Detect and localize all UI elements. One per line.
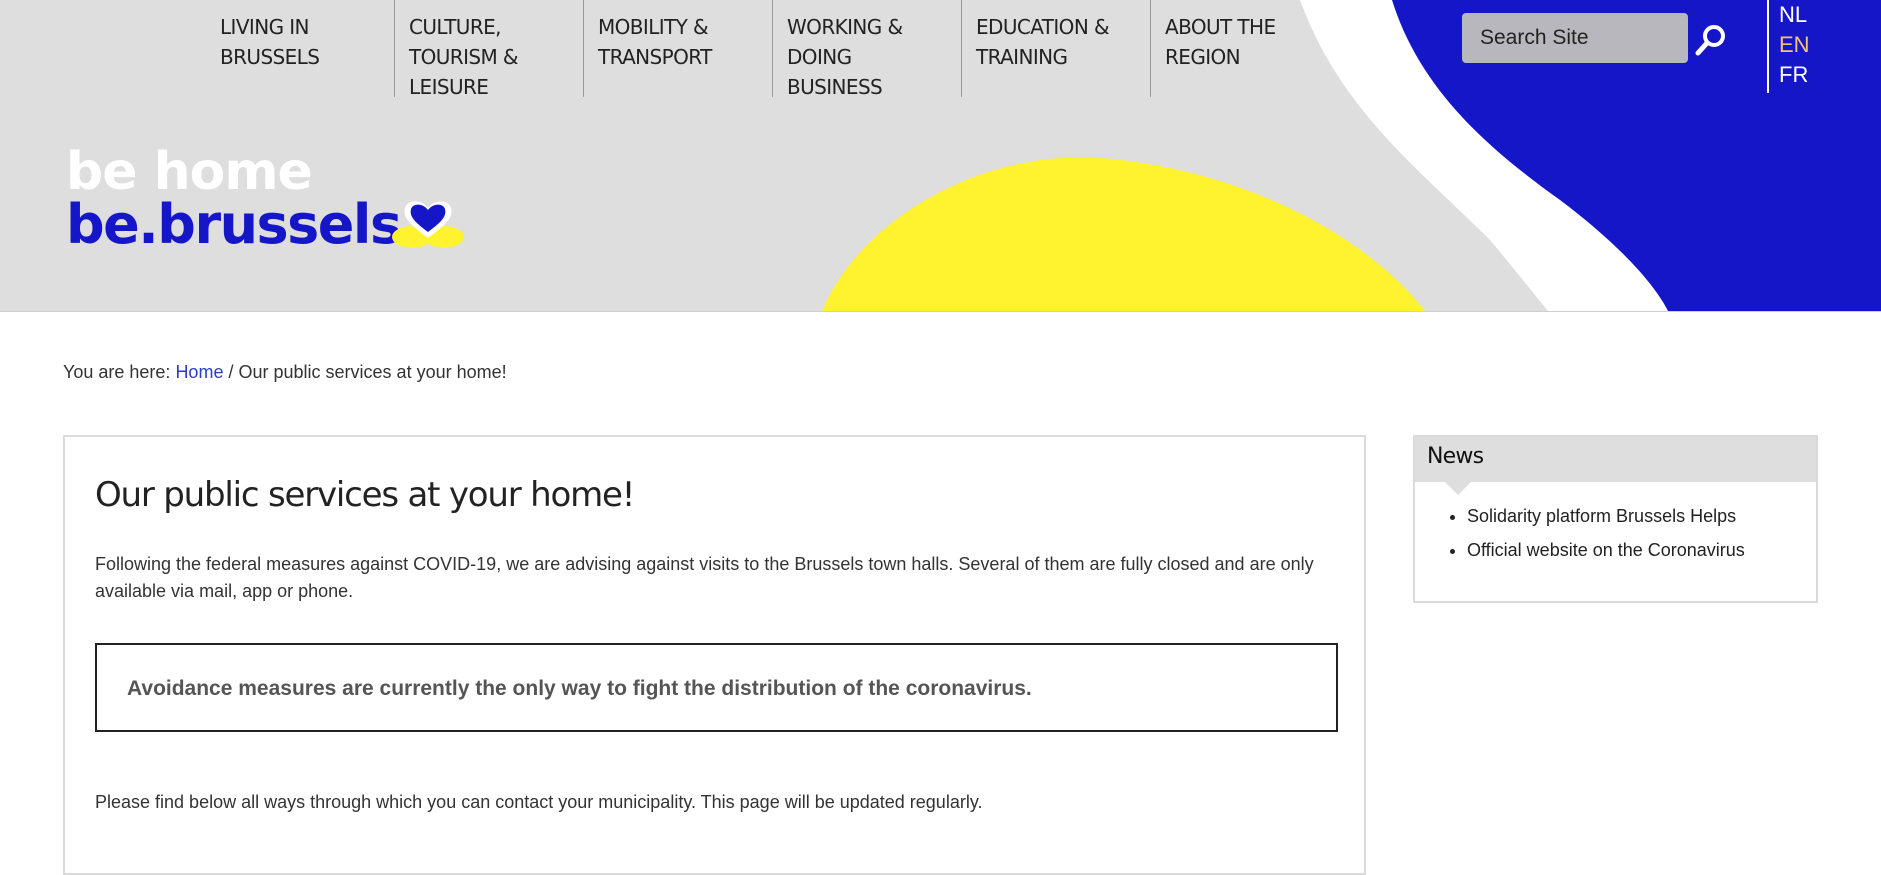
notice-text: Avoidance measures are currently the onl… xyxy=(127,677,1032,700)
news-pointer-arrow xyxy=(1445,482,1471,495)
intro-paragraph: Following the federal measures against C… xyxy=(95,554,1314,601)
logo-wordmark: be.brussels xyxy=(66,193,402,256)
news-item-solidarity-platform[interactable]: Solidarity platform Brussels Helps xyxy=(1467,499,1745,533)
page-title: Our public services at your home! xyxy=(95,475,635,515)
search-icon xyxy=(1695,25,1725,56)
search-input[interactable] xyxy=(1462,13,1688,63)
heart-icon xyxy=(392,201,464,248)
site-header: LIVING IN BRUSSELS CULTURE, TOURISM & LE… xyxy=(0,0,1881,312)
main-navigation: LIVING IN BRUSSELS CULTURE, TOURISM & LE… xyxy=(206,0,1340,99)
breadcrumb-home-link[interactable]: Home xyxy=(175,362,223,382)
search-button[interactable] xyxy=(1693,22,1729,58)
breadcrumb: You are here: Home / Our public services… xyxy=(63,362,507,383)
language-switcher: NL EN FR xyxy=(1767,0,1827,93)
nav-item-living-in-brussels[interactable]: LIVING IN BRUSSELS xyxy=(206,0,395,97)
nav-item-mobility-transport[interactable]: MOBILITY & TRANSPORT xyxy=(584,0,773,97)
news-widget: News Solidarity platform Brussels Helps … xyxy=(1413,435,1818,603)
nav-item-culture-tourism-leisure[interactable]: CULTURE, TOURISM & LEISURE xyxy=(395,0,584,99)
lang-fr-link[interactable]: FR xyxy=(1779,60,1827,90)
breadcrumb-current: Our public services at your home! xyxy=(238,362,507,382)
breadcrumb-prefix: You are here: xyxy=(63,362,171,382)
news-list: Solidarity platform Brussels Helps Offic… xyxy=(1427,499,1745,567)
nav-item-education-training[interactable]: EDUCATION & TRAINING xyxy=(962,0,1151,97)
lang-nl-link[interactable]: NL xyxy=(1779,0,1827,30)
nav-item-about-the-region[interactable]: ABOUT THE REGION xyxy=(1151,0,1340,97)
news-title: News xyxy=(1427,444,1484,469)
notice-box: Avoidance measures are currently the onl… xyxy=(95,643,1338,732)
breadcrumb-separator: / xyxy=(228,362,234,382)
news-header: News xyxy=(1415,437,1816,482)
site-logo[interactable]: be home be.brussels xyxy=(66,144,476,254)
news-item-coronavirus-website[interactable]: Official website on the Coronavirus xyxy=(1467,533,1745,567)
main-content: Our public services at your home! Follow… xyxy=(63,435,1366,875)
nav-item-working-doing-business[interactable]: WORKING & DOING BUSINESS xyxy=(773,0,962,99)
lang-en-link[interactable]: EN xyxy=(1779,30,1827,60)
contact-paragraph: Please find below all ways through which… xyxy=(95,792,983,812)
yellow-wave-shape xyxy=(822,157,1425,311)
logo-tagline: be home xyxy=(66,142,313,202)
